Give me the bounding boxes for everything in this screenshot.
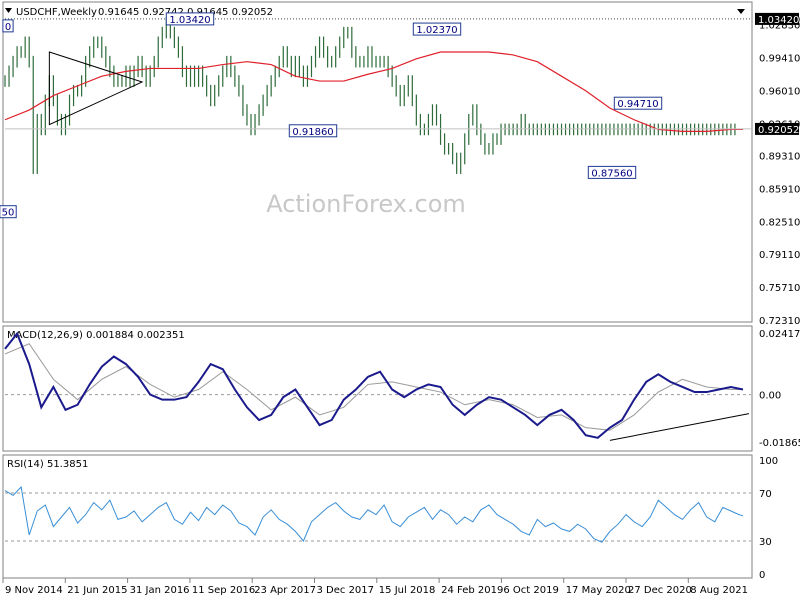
x-axis-labels: 9 Nov 2014 21 Jun 2015 31 Jan 2016 11 Sep 2… [2,578,748,596]
symbol-label: USDCHF,Weekly [16,7,97,18]
x-axis-label: 9 Nov 2014 [5,585,63,596]
x-axis-label: 8 Aug 2021 [690,585,748,596]
chart-canvas: ActionForex.com USDCHF,Weekly 0.91645 0.… [0,1,800,596]
macd-panel-frame [2,325,753,452]
macd-y-tick: 0.00 [759,391,781,402]
price-y-tick: 0.89310 [759,151,800,162]
x-axis-label: 27 Dec 2020 [628,585,692,596]
price-y-tick: 0.82510 [759,217,800,228]
price-y-tick: 0.75710 [759,283,800,294]
price-y-tick: 0.99410 [759,54,800,65]
macd-y-tick: -0.018653 [759,438,800,449]
y-axis-labels: 1.034201.028300.994100.960100.926100.893… [755,12,800,581]
x-axis-label: 21 Jun 2015 [67,585,127,596]
macd-y-tick: 0.024174 [759,329,800,340]
price-annotation-label: 0 [5,22,11,33]
current-price-label: 0.92052 [758,125,799,136]
macd-title: MACD(12,26,9) 0.001884 0.002351 [7,330,185,341]
price-annotation-label: 0.87560 [591,168,632,179]
rsi-panel-frame [2,454,753,579]
rsi-y-tick: 0 [759,570,765,581]
watermark: ActionForex.com [266,190,466,218]
x-axis-label: 15 Jul 2018 [379,585,436,596]
price-annotation-label: 50 [2,208,15,219]
price-y-tick: 0.72310 [759,316,800,327]
price-annotation-label: 0.91860 [292,127,333,138]
price-annotation-label: 1.02370 [416,25,457,36]
rsi-title: RSI(14) 51.3851 [7,459,88,470]
rsi-y-tick: 70 [759,489,772,500]
price-y-tick: 0.85910 [759,184,800,195]
x-axis-label: 31 Jan 2016 [130,585,190,596]
usdchf-weekly-chart: ActionForex.com USDCHF,Weekly 0.91645 0.… [0,0,800,600]
price-annotation-label: 0.94710 [617,99,658,110]
x-axis-label: 23 Apr 2017 [254,585,316,596]
price-y-tick: 0.79110 [759,250,800,261]
x-axis-label: 24 Feb 2019 [441,585,503,596]
price-panel-frame [2,1,753,323]
level-price-label: 1.03420 [758,15,799,26]
rsi-y-tick: 100 [759,456,778,467]
x-axis-label: 3 Dec 2017 [317,585,375,596]
price-y-tick: 0.96010 [759,87,800,98]
rsi-y-tick: 30 [759,537,772,548]
x-axis-label: 17 May 2020 [566,585,631,596]
x-axis-label: 6 Oct 2019 [503,585,558,596]
x-axis-label: 11 Sep 2016 [192,585,255,596]
price-annotation-label: 1.03420 [169,15,210,26]
